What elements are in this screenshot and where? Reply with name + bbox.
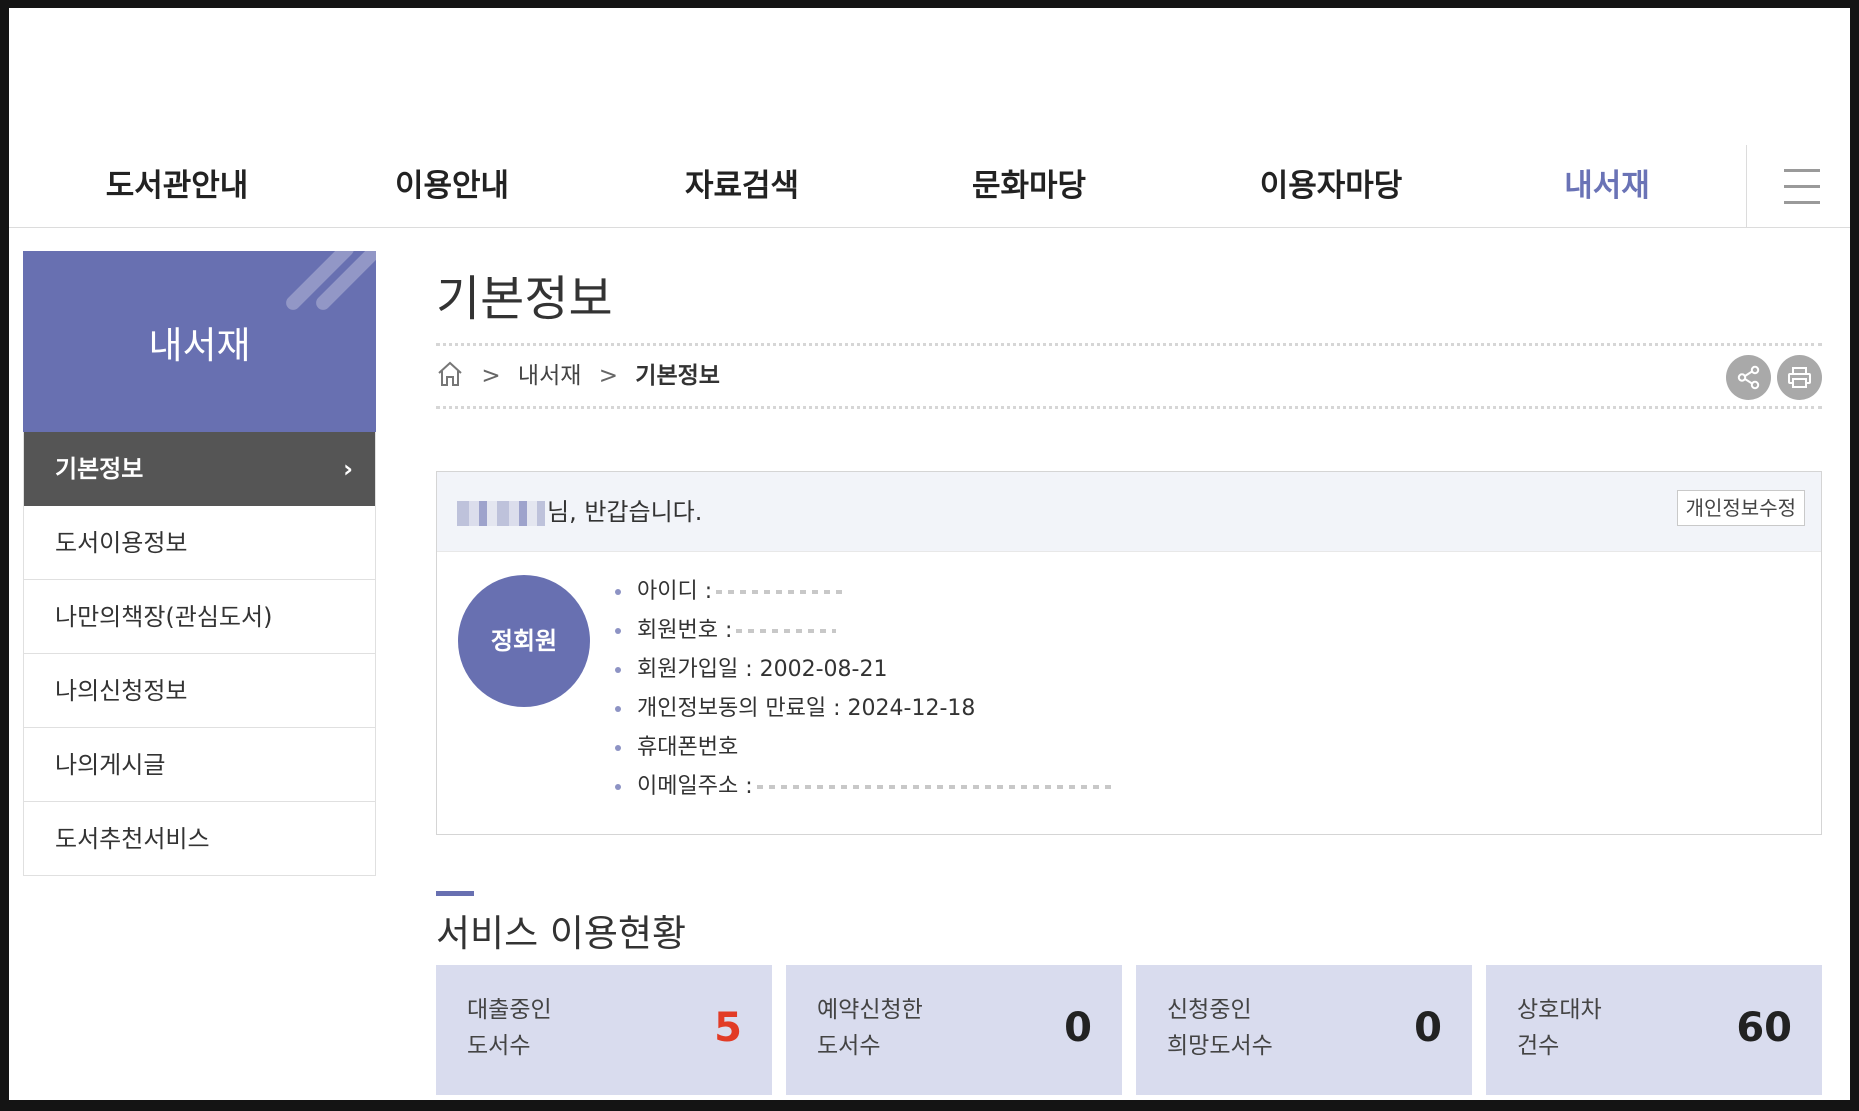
profile-header: 님, 반갑습니다. 개인정보수정 bbox=[437, 472, 1821, 552]
sidebar-item-label: 나만의책장(관심도서) bbox=[55, 603, 273, 631]
card-label: 신청중인 희망도서수 bbox=[1167, 997, 1273, 1059]
sidebar-item-label: 도서이용정보 bbox=[55, 529, 188, 557]
field-join-date: 회원가입일 : 2002-08-21 bbox=[615, 650, 1117, 689]
profile-box: 님, 반갑습니다. 개인정보수정 정회원 아이디 : 회원번호 : 회원가입일 … bbox=[436, 471, 1822, 835]
masked-username bbox=[457, 501, 545, 526]
field-email: 이메일주소 : bbox=[615, 767, 1117, 806]
card-hope-books[interactable]: 신청중인 희망도서수 0 bbox=[1136, 965, 1472, 1095]
chevron-right-icon: › bbox=[343, 455, 353, 483]
breadcrumb: > 내서재 > 기본정보 bbox=[436, 346, 720, 406]
card-count: 60 bbox=[1736, 1005, 1792, 1051]
nav-culture[interactable]: 문화마당 bbox=[944, 145, 1114, 228]
sidebar-item-my-requests[interactable]: 나의신청정보 bbox=[24, 654, 375, 728]
sidebar-item-book-recommend[interactable]: 도서추천서비스 bbox=[24, 802, 375, 876]
card-label: 예약신청한 도서수 bbox=[817, 997, 923, 1059]
hamburger-icon[interactable] bbox=[1746, 145, 1850, 228]
field-member-number: 회원번호 : bbox=[615, 611, 1117, 650]
sidebar-header: 내서재 bbox=[23, 251, 376, 432]
edit-profile-button[interactable]: 개인정보수정 bbox=[1676, 490, 1805, 526]
breadcrumb-section[interactable]: 내서재 bbox=[518, 363, 581, 389]
main-navigation: 도서관안내 이용안내 자료검색 문화마당 이용자마당 내서재 bbox=[9, 145, 1850, 228]
sidebar-item-my-posts[interactable]: 나의게시글 bbox=[24, 728, 375, 802]
sidebar-title: 내서재 bbox=[148, 324, 251, 367]
card-reservations[interactable]: 예약신청한 도서수 0 bbox=[786, 965, 1122, 1095]
sidebar-item-usage-info[interactable]: 도서이용정보 bbox=[24, 506, 375, 580]
field-consent-expiry: 개인정보동의 만료일 : 2024-12-18 bbox=[615, 689, 1117, 728]
sidebar: 내서재 기본정보 › 도서이용정보 나만의책장(관심도서) 나의신청정보 나의게… bbox=[23, 251, 376, 876]
breadcrumb-current: 기본정보 bbox=[635, 363, 720, 389]
card-label: 대출중인 도서수 bbox=[467, 997, 552, 1059]
card-label: 상호대차 건수 bbox=[1517, 997, 1602, 1059]
share-icon[interactable] bbox=[1726, 355, 1771, 400]
service-status-cards: 대출중인 도서수 5 예약신청한 도서수 0 신청중인 희망도서수 0 상호대차 건수 bbox=[436, 965, 1822, 1095]
sidebar-item-basic-info[interactable]: 기본정보 › bbox=[24, 432, 375, 506]
nav-library-info[interactable]: 도서관안내 bbox=[77, 145, 277, 228]
breadcrumb-separator: > bbox=[598, 363, 618, 389]
card-count: 0 bbox=[1414, 1005, 1442, 1051]
sidebar-item-label: 나의게시글 bbox=[55, 751, 166, 779]
browser-viewport: 도서관안내 이용안내 자료검색 문화마당 이용자마당 내서재 내서재 기본정보 … bbox=[9, 8, 1850, 1100]
home-icon[interactable] bbox=[436, 360, 464, 388]
sidebar-menu: 기본정보 › 도서이용정보 나만의책장(관심도서) 나의신청정보 나의게시글 도… bbox=[23, 432, 376, 876]
service-status-title: 서비스 이용현황 bbox=[436, 912, 687, 955]
sidebar-item-label: 나의신청정보 bbox=[55, 677, 188, 705]
page-title: 기본정보 bbox=[436, 271, 613, 327]
location-bar: > 내서재 > 기본정보 bbox=[436, 343, 1822, 409]
field-user-id: 아이디 : bbox=[615, 572, 1117, 611]
breadcrumb-separator: > bbox=[481, 363, 501, 389]
nav-search[interactable]: 자료검색 bbox=[657, 145, 827, 228]
nav-usage-guide[interactable]: 이용안내 bbox=[367, 145, 537, 228]
sidebar-item-my-bookshelf[interactable]: 나만의책장(관심도서) bbox=[24, 580, 375, 654]
profile-fields: 아이디 : 회원번호 : 회원가입일 : 2002-08-21 개인정보동의 만… bbox=[615, 572, 1117, 806]
greeting-text: 님, 반갑습니다. bbox=[547, 498, 703, 526]
card-count: 0 bbox=[1064, 1005, 1092, 1051]
nav-my-library[interactable]: 내서재 bbox=[1527, 145, 1687, 228]
sidebar-item-label: 도서추천서비스 bbox=[55, 825, 210, 853]
field-phone: 휴대폰번호 bbox=[615, 728, 1117, 767]
card-count: 5 bbox=[714, 1005, 742, 1051]
sidebar-item-label: 기본정보 bbox=[55, 455, 144, 483]
card-interlibrary-loans[interactable]: 상호대차 건수 60 bbox=[1486, 965, 1822, 1095]
nav-community[interactable]: 이용자마당 bbox=[1231, 145, 1431, 228]
main-content: 기본정보 > 내서재 > 기본정보 님, 반갑습니다. 개인정보수정 정회원 아… bbox=[436, 251, 1822, 1095]
section-accent-bar bbox=[436, 891, 474, 896]
card-current-loans[interactable]: 대출중인 도서수 5 bbox=[436, 965, 772, 1095]
member-grade-badge: 정회원 bbox=[458, 575, 590, 707]
print-icon[interactable] bbox=[1777, 355, 1822, 400]
